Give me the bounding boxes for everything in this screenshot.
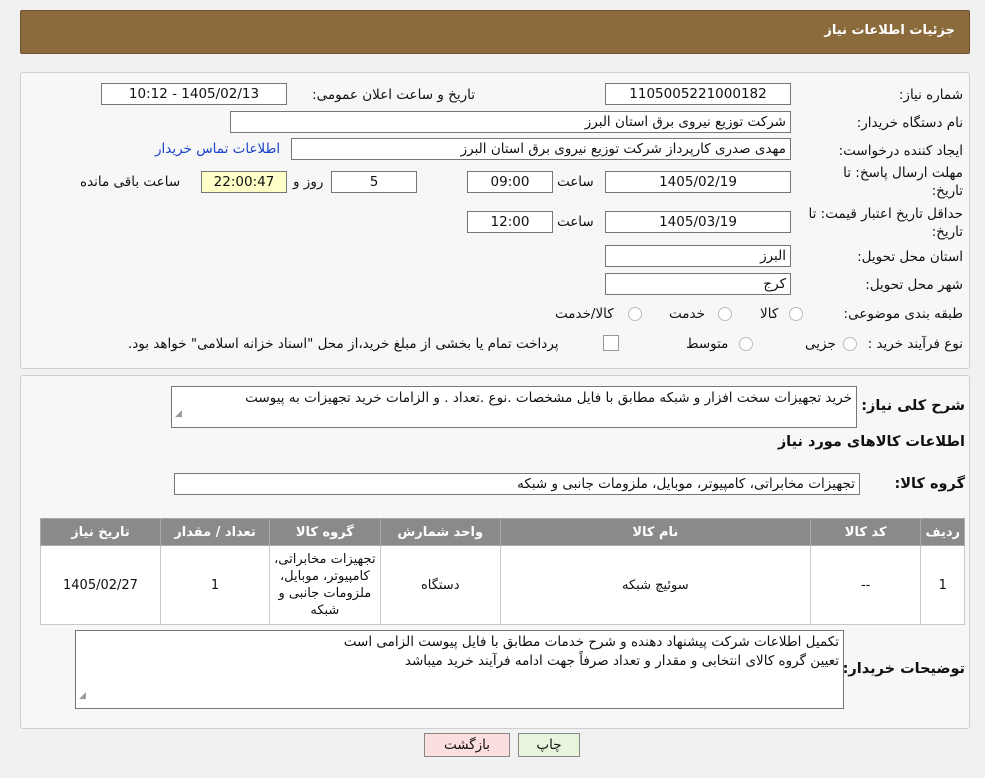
need-description-field: خرید تجهیزات سخت افزار و شبکه مطابق با ف… — [171, 386, 857, 428]
process-label: نوع فرآیند خرید : — [867, 336, 963, 352]
back-button[interactable]: بازگشت — [424, 733, 510, 757]
col-row-number: ردیف — [920, 518, 965, 546]
category-option-service: خدمت — [669, 306, 705, 322]
announce-field: 1405/02/13 - 10:12 — [101, 83, 287, 105]
need-description-label: شرح کلی نیاز: — [861, 398, 965, 414]
process-option-medium: متوسط — [686, 336, 729, 352]
creator-label: ایجاد کننده درخواست: — [838, 143, 963, 159]
province-field: البرز — [605, 245, 791, 267]
cell-goods-name: سوئیچ شبکه — [499, 545, 811, 625]
buyer-notes-line-2: تعیین گروه کالای انتخابی و مقدار و تعداد… — [404, 653, 839, 669]
cell-unit: دستگاه — [379, 545, 501, 625]
resize-handle-icon[interactable]: ◢ — [175, 403, 182, 425]
remaining-label: ساعت باقی مانده — [80, 174, 181, 190]
col-unit: واحد شمارش — [379, 518, 501, 546]
need-number-label: شماره نیاز: — [898, 87, 963, 103]
buyer-org-label: نام دستگاه خریدار: — [856, 115, 963, 131]
city-field: کرج — [605, 273, 791, 295]
days-field: 5 — [331, 171, 417, 193]
buyer-notes-field: تکمیل اطلاعات شرکت پیشنهاد دهنده و شرح خ… — [75, 630, 844, 709]
validity-date-field: 1405/03/19 — [605, 211, 791, 233]
cell-goods-group: تجهیزات مخابراتی، کامپیوتر، موبایل، ملزو… — [269, 545, 381, 625]
process-option-minor: جزیی — [805, 336, 836, 352]
validity-time-label: ساعت — [557, 214, 594, 230]
goods-group-field: تجهیزات مخابراتی، کامپیوتر، موبایل، ملزو… — [174, 473, 860, 495]
print-button[interactable]: چاپ — [518, 733, 580, 757]
buyer-contact-link[interactable]: اطلاعات تماس خریدار — [155, 141, 280, 157]
treasury-checkbox[interactable] — [603, 335, 619, 351]
remaining-time-field: 22:00:47 — [201, 171, 287, 193]
goods-table: ردیف کد کالا نام کالا واحد شمارش گروه کا… — [40, 518, 965, 625]
cell-need-date: 1405/02/27 — [40, 545, 161, 625]
cell-row-number: 1 — [920, 545, 965, 625]
page-header: جزئیات اطلاعات نیاز — [20, 10, 970, 54]
validity-label-date: تاریخ: — [931, 224, 963, 240]
category-option-goods-service: کالا/خدمت — [555, 306, 614, 322]
buyer-notes-label: توضیحات خریدار: — [842, 661, 965, 677]
cell-goods-code: -- — [809, 545, 922, 625]
city-label: شهر محل تحویل: — [865, 277, 963, 293]
page-title: جزئیات اطلاعات نیاز — [824, 23, 955, 38]
need-description-text: خرید تجهیزات سخت افزار و شبکه مطابق با ف… — [245, 390, 852, 406]
deadline-label: مهلت ارسال پاسخ: تا — [843, 165, 963, 181]
col-goods-name: نام کالا — [499, 518, 811, 546]
validity-time-field: 12:00 — [467, 211, 553, 233]
province-label: استان محل تحویل: — [857, 249, 963, 265]
need-number-field: 1105005221000182 — [605, 83, 791, 105]
deadline-date-field: 1405/02/19 — [605, 171, 791, 193]
col-quantity: تعداد / مقدار — [159, 518, 271, 546]
col-goods-group: گروه کالا — [269, 518, 381, 546]
process-note: پرداخت تمام یا بخشی از مبلغ خرید،از محل … — [128, 336, 559, 352]
col-need-date: تاریخ نیاز — [40, 518, 161, 546]
category-radio-service[interactable] — [718, 307, 732, 321]
deadline-time-label: ساعت — [557, 174, 594, 190]
creator-field: مهدی صدری کارپرداز شرکت توزیع نیروی برق … — [291, 138, 791, 160]
category-radio-goods-service[interactable] — [628, 307, 642, 321]
goods-info-title: اطلاعات کالاهای مورد نیاز — [777, 434, 965, 450]
days-label: روز و — [293, 174, 324, 190]
table-row[interactable]: 1 -- سوئیچ شبکه دستگاه تجهیزات مخابراتی،… — [40, 545, 965, 625]
category-option-goods: کالا — [760, 306, 779, 322]
resize-handle-icon[interactable]: ◢ — [79, 687, 86, 706]
deadline-label-date: تاریخ: — [931, 183, 963, 199]
table-header-row: ردیف کد کالا نام کالا واحد شمارش گروه کا… — [40, 518, 965, 546]
validity-label: حداقل تاریخ اعتبار قیمت: تا — [808, 206, 963, 222]
buyer-notes-line-1: تکمیل اطلاعات شرکت پیشنهاد دهنده و شرح خ… — [343, 634, 839, 650]
buyer-org-field: شرکت توزیع نیروی برق استان البرز — [230, 111, 791, 133]
announce-label: تاریخ و ساعت اعلان عمومی: — [312, 87, 475, 103]
category-radio-goods[interactable] — [789, 307, 803, 321]
process-radio-minor[interactable] — [843, 337, 857, 351]
deadline-time-field: 09:00 — [467, 171, 553, 193]
col-goods-code: کد کالا — [809, 518, 922, 546]
cell-quantity: 1 — [159, 545, 271, 625]
goods-group-label: گروه کالا: — [894, 476, 965, 492]
process-radio-medium[interactable] — [739, 337, 753, 351]
category-label: طبقه بندی موضوعی: — [843, 306, 963, 322]
